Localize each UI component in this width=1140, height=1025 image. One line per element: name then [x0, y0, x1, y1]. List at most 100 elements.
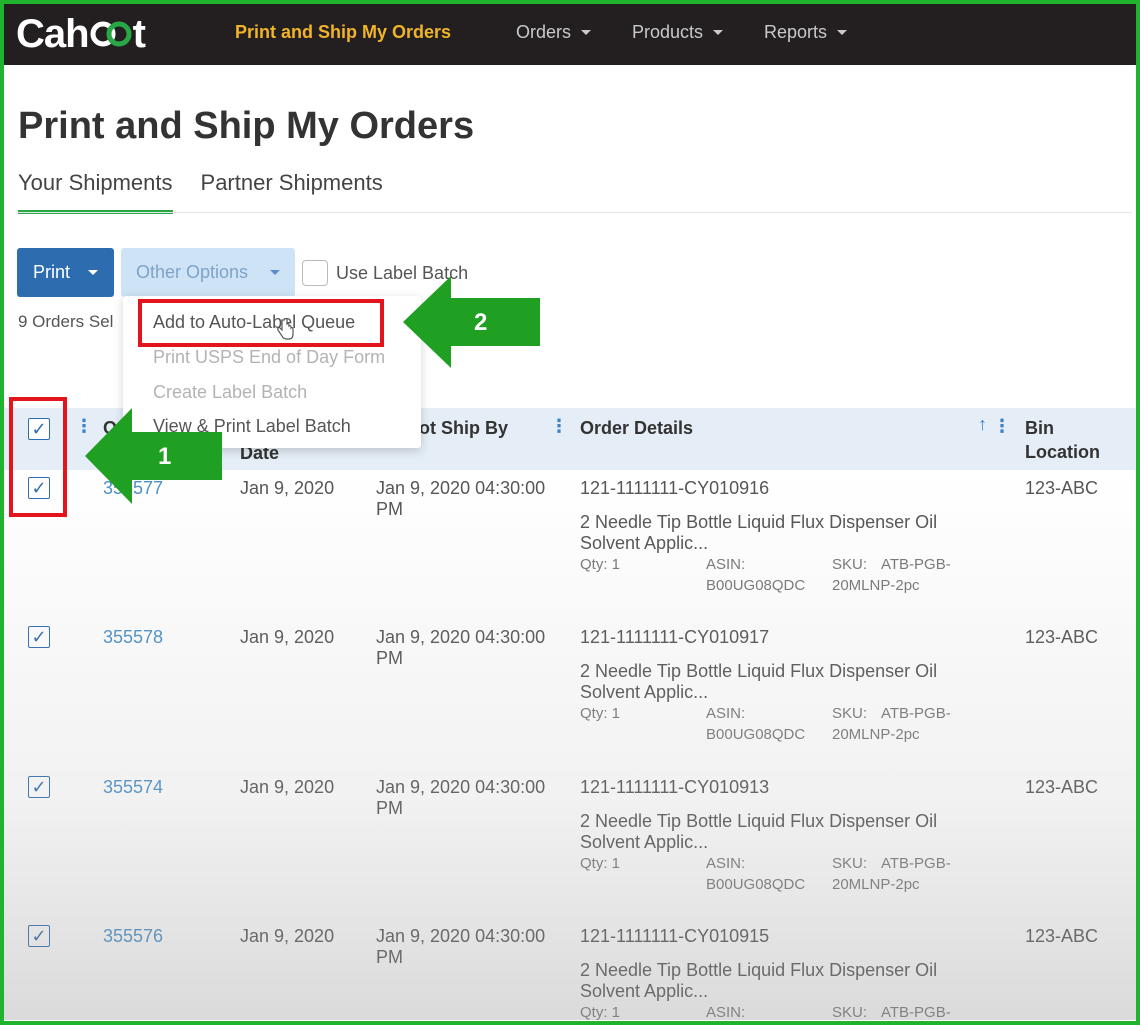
tabs-divider	[18, 212, 1132, 213]
asin-label: ASIN:	[706, 705, 746, 722]
row-checkbox[interactable]: ✓	[28, 626, 50, 648]
quantity: Qty: 1	[580, 1004, 621, 1021]
nav-products-label: Products	[632, 22, 704, 42]
nav-orders-label: Orders	[516, 22, 572, 42]
arrow-left-icon	[85, 408, 222, 504]
column-menu-icon[interactable]: ⋮	[550, 416, 568, 437]
sku-value: ATB-PGB-	[881, 556, 951, 573]
sku-label: SKU:	[832, 855, 868, 872]
use-label-batch-checkbox[interactable]	[302, 260, 328, 286]
quantity: Qty: 1	[580, 855, 621, 872]
column-menu-icon[interactable]: ⋮	[993, 416, 1011, 437]
product-description-cont: Solvent Applic...	[580, 981, 709, 1001]
sku-value-cont: 20MLNP-2pc	[832, 726, 920, 743]
table-row[interactable]: ✓ 355578 Jan 9, 2020 Jan 9, 2020 04:30:0…	[4, 619, 1136, 768]
other-options-label: Other Options	[135, 262, 249, 282]
ship-by-datetime: Jan 9, 2020 04:30:00	[376, 777, 546, 797]
sku-label: SKU:	[832, 1004, 868, 1021]
header-bin-location-line2[interactable]: Location	[1025, 440, 1100, 464]
tab-partner-shipments[interactable]: Partner Shipments	[201, 170, 383, 212]
ship-by-ampm: PM	[376, 499, 403, 519]
order-number-link[interactable]: 355576	[103, 926, 163, 947]
other-options-button[interactable]: Other Options	[121, 248, 295, 297]
asin-label: ASIN:	[706, 1004, 746, 1021]
logo-text-left: Cah	[16, 11, 90, 56]
ship-by-datetime: Jan 9, 2020 04:30:00	[376, 627, 546, 647]
row-checkbox[interactable]: ✓	[28, 925, 50, 947]
product-description-cont: Solvent Applic...	[580, 682, 709, 702]
order-date: Jan 9, 2020	[240, 926, 335, 946]
menu-item-print-usps-end-of-day-form[interactable]: Print USPS End of Day Form	[153, 347, 385, 368]
product-description: 2 Needle Tip Bottle Liquid Flux Dispense…	[580, 811, 938, 831]
sku-value-cont: 20MLNP-2pc	[832, 577, 920, 594]
highlight-add-to-queue	[138, 299, 384, 347]
highlight-checkboxes	[9, 397, 67, 517]
product-description: 2 Needle Tip Bottle Liquid Flux Dispense…	[580, 960, 938, 980]
nav-reports-label: Reports	[764, 22, 828, 42]
nav-print-and-ship[interactable]: Print and Ship My Orders	[235, 22, 451, 43]
order-date: Jan 9, 2020	[240, 627, 335, 647]
order-id: 121-1111111-CY010917	[580, 627, 770, 647]
bin-location: 123-ABC	[1025, 627, 1099, 647]
product-description: 2 Needle Tip Bottle Liquid Flux Dispense…	[580, 661, 938, 681]
chevron-down-icon	[713, 30, 724, 35]
order-date: Jan 9, 2020	[240, 777, 335, 797]
table-row[interactable]: ✓ 355576 Jan 9, 2020 Jan 9, 2020 04:30:0…	[4, 918, 1136, 1025]
product-description-cont: Solvent Applic...	[580, 533, 709, 553]
quantity: Qty: 1	[580, 705, 621, 722]
print-button[interactable]: Print	[17, 248, 114, 297]
logo-text-right: t	[132, 11, 146, 56]
asin-label: ASIN:	[706, 556, 746, 573]
menu-item-create-label-batch[interactable]: Create Label Batch	[153, 382, 307, 403]
ship-by-ampm: PM	[376, 947, 403, 967]
top-navbar: Cah t Print and Ship My Orders Orders Pr…	[4, 4, 1136, 65]
order-id: 121-1111111-CY010913	[580, 777, 770, 797]
tab-your-shipments[interactable]: Your Shipments	[18, 170, 173, 214]
chevron-down-icon	[270, 270, 281, 275]
product-description-cont: Solvent Applic...	[580, 832, 709, 852]
arrow-left-icon	[403, 276, 540, 368]
order-number-link[interactable]: 355578	[103, 627, 163, 648]
nav-orders[interactable]: Orders	[516, 22, 592, 43]
sku-label: SKU:	[832, 556, 868, 573]
order-id: 121-1111111-CY010916	[580, 478, 770, 498]
sku-label: SKU:	[832, 705, 868, 722]
print-button-label: Print	[32, 262, 70, 282]
bin-location: 123-ABC	[1025, 478, 1099, 498]
nav-products[interactable]: Products	[632, 22, 724, 43]
asin-value: B00UG08QDC	[706, 876, 806, 893]
bin-location: 123-ABC	[1025, 926, 1099, 946]
sku-value: ATB-PGB-	[881, 1004, 951, 1021]
step-2-label: 2	[474, 309, 488, 336]
order-id: 121-1111111-CY010915	[580, 926, 770, 946]
asin-label: ASIN:	[706, 855, 746, 872]
nav-print-and-ship-label: Print and Ship My Orders	[235, 22, 452, 42]
ship-by-datetime: Jan 9, 2020 04:30:00	[376, 926, 546, 946]
cahoot-logo[interactable]: Cah t	[16, 10, 146, 58]
header-bin-location-line1[interactable]: Bin	[1025, 416, 1054, 440]
product-description: 2 Needle Tip Bottle Liquid Flux Dispense…	[580, 512, 938, 532]
sku-value-cont: 20MLNP-2pc	[832, 876, 920, 893]
logo-link-icon	[90, 20, 132, 48]
asin-value: B00UG08QDC	[706, 726, 806, 743]
nav-reports[interactable]: Reports	[764, 22, 848, 43]
ship-by-datetime: Jan 9, 2020 04:30:00	[376, 478, 546, 498]
asin-value: B00UG08QDC	[706, 577, 806, 594]
header-ship-by[interactable]: ot Ship By	[419, 416, 508, 440]
chevron-down-icon	[581, 30, 592, 35]
bin-location: 123-ABC	[1025, 777, 1099, 797]
ship-by-ampm: PM	[376, 648, 403, 668]
header-order-details[interactable]: Order Details	[580, 416, 693, 440]
table-row[interactable]: ✓ 355574 Jan 9, 2020 Jan 9, 2020 04:30:0…	[4, 769, 1136, 918]
sku-value: ATB-PGB-	[881, 705, 951, 722]
ship-by-ampm: PM	[376, 798, 403, 818]
order-number-link[interactable]: 355574	[103, 777, 163, 798]
sort-up-arrow-icon[interactable]: ↑	[978, 414, 987, 435]
chevron-down-icon	[88, 270, 98, 275]
page-title: Print and Ship My Orders	[18, 105, 475, 147]
orders-selected-count: 9 Orders Sel	[18, 312, 114, 331]
step-1-label: 1	[158, 443, 172, 470]
quantity: Qty: 1	[580, 556, 621, 573]
shipment-tabs: Your Shipments Partner Shipments	[18, 170, 383, 214]
row-checkbox[interactable]: ✓	[28, 776, 50, 798]
